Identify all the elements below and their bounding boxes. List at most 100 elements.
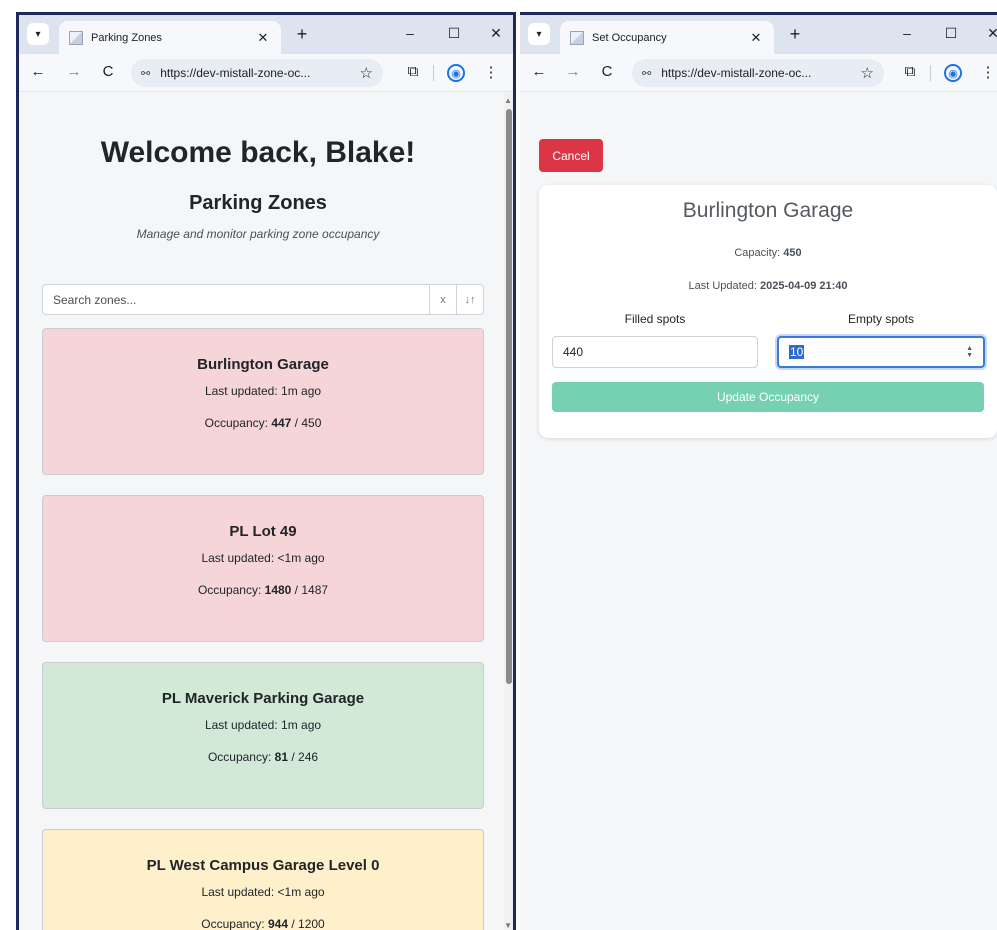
page-favicon-icon (570, 30, 584, 45)
new-tab-icon[interactable]: + (784, 24, 806, 45)
back-icon[interactable]: ← (530, 63, 548, 80)
extensions-icon[interactable]: ⧉ (900, 63, 920, 80)
zone-card[interactable]: PL Maverick Parking Garage Last updated:… (42, 662, 484, 809)
address-bar[interactable]: ⚯ https://dev-mistall-zone-oc... ☆ (131, 59, 383, 87)
maximize-icon[interactable]: ☐ (940, 25, 962, 42)
zone-card[interactable]: Burlington Garage Last updated: 1m ago O… (42, 328, 484, 475)
tab-strip: ▾ Set Occupancy ✕ + – ☐ ✕ (520, 15, 997, 54)
occupancy-label: Occupancy: (201, 917, 268, 930)
reload-icon[interactable]: C (99, 63, 117, 80)
page-scrollbar[interactable]: ▲ ▼ (504, 92, 513, 930)
capacity-text: Capacity: 450 (539, 247, 997, 259)
empty-spots-value: 10 (789, 345, 805, 359)
tab-parking-zones[interactable]: Parking Zones ✕ (59, 21, 281, 54)
occupancy-label: Occupancy: (204, 416, 272, 430)
close-window-icon[interactable]: ✕ (982, 25, 997, 42)
tab-strip: ▾ Parking Zones ✕ + – ☐ ✕ (19, 15, 513, 54)
occupancy-capacity: / 450 (291, 416, 322, 430)
toolbar-divider (433, 65, 434, 81)
number-stepper-icon[interactable]: ▲ ▼ (966, 345, 973, 359)
filled-spots-label: Filled spots (624, 312, 686, 326)
scroll-up-icon[interactable]: ▲ (504, 96, 512, 105)
zone-card[interactable]: PL West Campus Garage Level 0 Last updat… (42, 829, 484, 930)
zone-last-updated: Last updated: <1m ago (201, 885, 325, 899)
tab-title: Set Occupancy (592, 31, 667, 44)
zone-occupancy: Occupancy: 81 / 246 (43, 750, 483, 764)
page-subtitle: Manage and monitor parking zone occupanc… (136, 227, 380, 241)
page-title: Parking Zones (189, 192, 327, 214)
bookmark-star-icon[interactable]: ☆ (861, 64, 874, 82)
zone-occupancy: Occupancy: 447 / 450 (43, 416, 483, 430)
site-info-icon[interactable]: ⚯ (141, 67, 150, 80)
new-tab-icon[interactable]: + (291, 24, 313, 45)
last-updated-label: Last Updated: (688, 280, 761, 292)
empty-spots-input[interactable]: 10 ▲ ▼ (777, 336, 985, 368)
zone-name: PL West Campus Garage Level 0 (146, 857, 380, 874)
toolbar-divider (930, 65, 931, 81)
scrollbar-thumb[interactable] (506, 109, 512, 684)
clear-search-button[interactable]: x (429, 285, 456, 314)
occupancy-filled: 944 (267, 917, 289, 930)
profile-icon[interactable]: ◉ (447, 64, 465, 82)
browser-toolbar: ← → C ⚯ https://dev-mistall-zone-oc... ☆… (520, 54, 997, 92)
zone-last-updated: Last updated: 1m ago (204, 718, 322, 732)
minimize-icon[interactable]: – (399, 25, 421, 41)
empty-spots-label: Empty spots (847, 312, 915, 326)
occupancy-capacity: / 1200 (288, 917, 325, 930)
sort-button[interactable]: ↓↑ (456, 285, 483, 314)
scroll-down-icon[interactable]: ▼ (504, 921, 512, 930)
zone-title: Burlington Garage (682, 199, 854, 222)
capacity-value: 450 (783, 247, 802, 259)
tab-close-icon[interactable]: ✕ (748, 30, 764, 46)
browser-window-set-occupancy: ▾ Set Occupancy ✕ + – ☐ ✕ ← → C ⚯ https:… (520, 12, 997, 930)
zone-card[interactable]: PL Lot 49 Last updated: <1m ago Occupanc… (42, 495, 484, 642)
last-updated-value: 2025-04-09 21:40 (760, 280, 848, 292)
zone-last-updated: Last updated: 1m ago (204, 384, 322, 398)
tab-title: Parking Zones (91, 31, 162, 44)
zone-occupancy: Occupancy: 944 / 1200 (43, 917, 483, 930)
bookmark-star-icon[interactable]: ☆ (360, 64, 373, 82)
occupancy-capacity: / 1487 (291, 583, 329, 597)
occupancy-label: Occupancy: (197, 583, 265, 597)
forward-icon[interactable]: → (564, 63, 582, 80)
tab-search-chevron-icon[interactable]: ▾ (27, 23, 49, 45)
back-icon[interactable]: ← (29, 63, 47, 80)
occupancy-label: Occupancy: (207, 750, 275, 764)
capacity-label: Capacity: (734, 247, 784, 259)
occupancy-form-card: Burlington Garage Capacity: 450 Last Upd… (539, 185, 997, 438)
page-favicon-icon (69, 30, 83, 45)
zone-name: Burlington Garage (197, 356, 329, 373)
extensions-icon[interactable]: ⧉ (403, 63, 423, 80)
url-text: https://dev-mistall-zone-oc... (160, 66, 311, 80)
browser-window-parking-zones: ▾ Parking Zones ✕ + – ☐ ✕ ← → C ⚯ https:… (16, 12, 516, 930)
zone-name: PL Maverick Parking Garage (161, 690, 365, 707)
update-occupancy-button[interactable]: Update Occupancy (552, 382, 984, 412)
close-window-icon[interactable]: ✕ (485, 25, 507, 42)
url-text: https://dev-mistall-zone-oc... (661, 66, 812, 80)
occupancy-capacity: / 246 (288, 750, 319, 764)
zone-occupancy: Occupancy: 1480 / 1487 (43, 583, 483, 597)
occupancy-filled: 1480 (264, 583, 292, 597)
site-info-icon[interactable]: ⚯ (642, 67, 651, 80)
desktop-screen: ▾ Parking Zones ✕ + – ☐ ✕ ← → C ⚯ https:… (0, 0, 997, 930)
last-updated-text: Last Updated: 2025-04-09 21:40 (539, 280, 997, 292)
menu-icon[interactable]: ⋮ (481, 63, 501, 81)
zone-name: PL Lot 49 (229, 523, 297, 540)
page-content: Cancel Burlington Garage Capacity: 450 L… (520, 92, 997, 930)
menu-icon[interactable]: ⋮ (978, 63, 997, 81)
search-input[interactable] (43, 285, 429, 314)
address-bar[interactable]: ⚯ https://dev-mistall-zone-oc... ☆ (632, 59, 884, 87)
tab-set-occupancy[interactable]: Set Occupancy ✕ (560, 21, 774, 54)
filled-spots-input[interactable]: 440 (552, 336, 758, 368)
maximize-icon[interactable]: ☐ (443, 25, 465, 42)
reload-icon[interactable]: C (598, 63, 616, 80)
tab-close-icon[interactable]: ✕ (255, 30, 271, 46)
forward-icon[interactable]: → (65, 63, 83, 80)
zone-last-updated: Last updated: <1m ago (201, 551, 325, 565)
profile-icon[interactable]: ◉ (944, 64, 962, 82)
cancel-button[interactable]: Cancel (539, 139, 603, 172)
page-content: Welcome back, Blake! Parking Zones Manag… (19, 92, 513, 930)
tab-search-chevron-icon[interactable]: ▾ (528, 23, 550, 45)
minimize-icon[interactable]: – (896, 25, 918, 41)
occupancy-filled: 81 (274, 750, 289, 764)
